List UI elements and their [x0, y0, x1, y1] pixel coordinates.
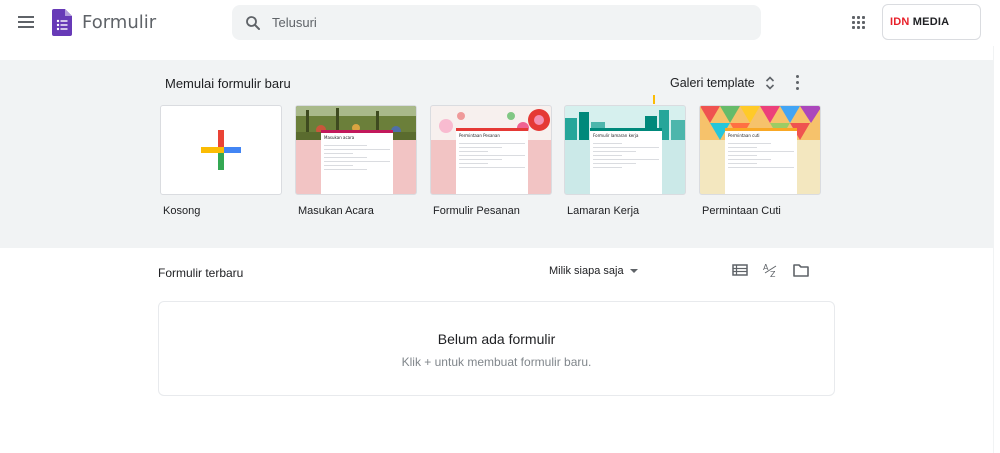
- svg-text:Z: Z: [770, 270, 776, 279]
- owner-filter-label: Milik siapa saja: [549, 265, 624, 277]
- apps-grid-icon[interactable]: [852, 16, 866, 30]
- search-icon[interactable]: [244, 14, 262, 32]
- empty-state-card: Belum ada formulir Klik + untuk membuat …: [158, 301, 835, 396]
- unfold-more-icon: [765, 76, 774, 90]
- doc-preview: Permintaan Pesanan: [456, 128, 528, 194]
- plus-icon: [201, 130, 241, 170]
- template-thumbnail[interactable]: [160, 105, 282, 195]
- list-view-icon[interactable]: [731, 261, 749, 279]
- menu-icon-bar: [18, 21, 34, 23]
- template-section: Memulai formulir baru Galeri template Ko…: [0, 60, 993, 248]
- page-scrollbar[interactable]: [993, 46, 1000, 453]
- search-input[interactable]: [272, 5, 742, 40]
- template-name[interactable]: Permintaan Cuti: [702, 205, 842, 217]
- folder-icon[interactable]: [792, 261, 810, 279]
- more-vert-icon[interactable]: [787, 72, 807, 94]
- template-job-application[interactable]: Formulir lamaran kerja Lamaran Kerja: [564, 105, 686, 217]
- app-title[interactable]: Formulir: [82, 12, 156, 33]
- search-bar[interactable]: [232, 5, 761, 40]
- template-thumbnail[interactable]: Masukan acara: [295, 105, 417, 195]
- owner-filter-dropdown[interactable]: Milik siapa saja: [544, 260, 643, 282]
- menu-icon-bar: [18, 26, 34, 28]
- template-name[interactable]: Masukan Acara: [298, 205, 438, 217]
- menu-icon-bar: [18, 16, 34, 18]
- recent-forms-heading: Formulir terbaru: [158, 266, 244, 280]
- template-thumbnail[interactable]: Formulir lamaran kerja: [564, 105, 686, 195]
- account-button[interactable]: IDN MEDIA: [882, 4, 981, 40]
- top-app-bar: Formulir IDN MEDIA: [0, 0, 1000, 46]
- template-event-feedback[interactable]: Masukan acara Masukan Acara: [295, 105, 417, 217]
- template-thumbnail[interactable]: Permintaan Pesanan: [430, 105, 552, 195]
- doc-preview: Formulir lamaran kerja: [590, 128, 662, 194]
- dropdown-caret-icon: [629, 269, 638, 273]
- template-order-form[interactable]: Permintaan Pesanan Formulir Pesanan: [430, 105, 552, 217]
- template-gallery-label: Galeri template: [670, 76, 755, 90]
- main-menu-button[interactable]: [17, 14, 35, 32]
- doc-preview: Permintaan cuti: [725, 128, 797, 194]
- highlight-marker: [653, 95, 655, 104]
- template-name[interactable]: Formulir Pesanan: [433, 205, 573, 217]
- template-thumbnail[interactable]: Permintaan cuti: [699, 105, 821, 195]
- empty-state-title: Belum ada formulir: [437, 331, 556, 347]
- account-brand-logo: IDN MEDIA: [890, 16, 950, 28]
- template-gallery-button[interactable]: Galeri template: [664, 71, 781, 95]
- section-heading: Memulai formulir baru: [165, 76, 291, 91]
- empty-state-subtitle: Klik + untuk membuat formulir baru.: [401, 355, 592, 369]
- template-blank[interactable]: Kosong: [160, 105, 282, 217]
- sort-az-icon[interactable]: A Z: [762, 261, 780, 279]
- template-name[interactable]: Lamaran Kerja: [567, 205, 707, 217]
- template-name[interactable]: Kosong: [163, 205, 303, 217]
- forms-logo-icon[interactable]: [52, 9, 72, 36]
- doc-preview: Masukan acara: [321, 130, 393, 194]
- template-time-off[interactable]: Permintaan cuti Permintaan Cuti: [699, 105, 821, 217]
